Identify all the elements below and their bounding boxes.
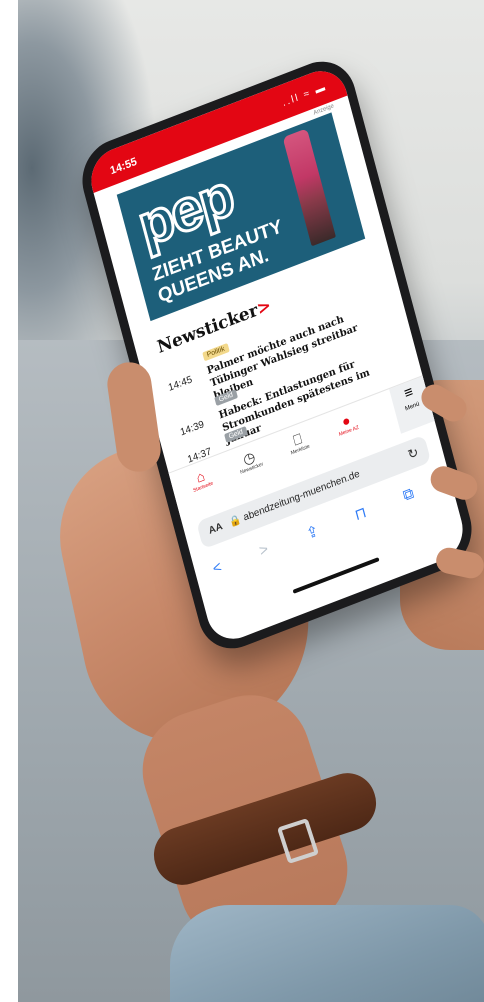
bookmarks-icon[interactable]: ⊓ [353,503,368,525]
lipstick-image [282,128,336,247]
share-icon[interactable]: ⇪ [304,521,320,543]
nav-newsticker[interactable]: ◷ Newsticker [224,442,275,481]
reader-settings-button[interactable]: AA [208,521,224,537]
denim-sleeve [170,905,484,1002]
photo-scene: 14:55 ..ll ≈ ▬ Anzeige pep ZIEHT BEAUTY … [0,0,484,1002]
status-time: 14:55 [108,155,139,178]
nav-startseite[interactable]: ⌂ Startseite [176,460,227,499]
item-time: 14:45 [167,374,194,394]
back-icon[interactable]: < [211,558,224,578]
home-indicator [292,557,380,594]
item-time: 14:39 [179,418,206,439]
nav-meine-az[interactable]: ● Meine AZ [322,404,373,443]
image-edge [0,0,18,1002]
reload-icon[interactable]: ↻ [406,444,420,463]
tabs-icon[interactable]: ⧉ [401,484,415,504]
nav-merkliste[interactable]: ⎕ Merkliste [273,423,324,462]
forward-icon[interactable]: > [257,540,270,560]
signal-wifi-battery-icon: ..ll ≈ ▬ [281,81,329,110]
